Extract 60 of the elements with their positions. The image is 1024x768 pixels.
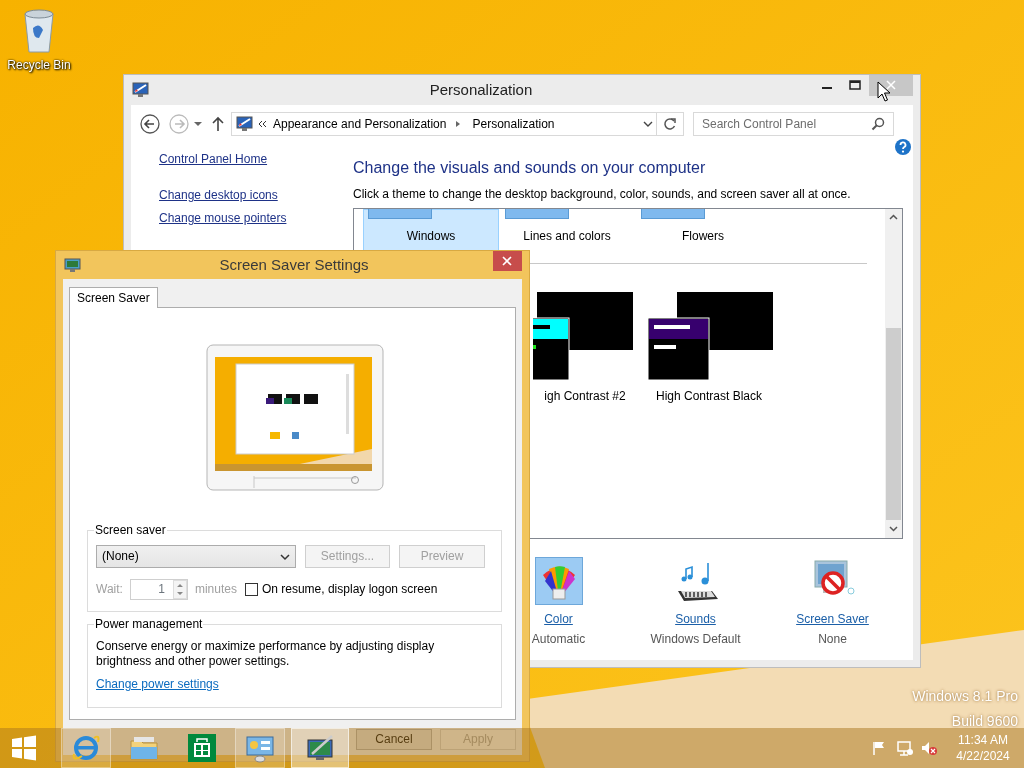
double-chevron-icon[interactable] (257, 118, 267, 130)
sidebar-link[interactable]: Change desktop icons (159, 188, 353, 203)
setting-link[interactable]: Sounds (675, 612, 716, 627)
up-arrow-icon[interactable] (211, 114, 225, 134)
edition-text: Windows 8.1 Pro (912, 687, 1018, 706)
address-bar[interactable]: Appearance and Personalization Personalization (231, 112, 684, 136)
breadcrumb[interactable]: Appearance and Personalization (273, 116, 447, 132)
theme-thumbnail[interactable] (645, 292, 773, 381)
mouse-pointer-icon (877, 81, 891, 102)
sidebar-link[interactable]: Control Panel Home (159, 152, 353, 167)
breadcrumb[interactable]: Personalization (472, 116, 555, 132)
help-icon[interactable] (895, 139, 911, 155)
wait-label: Wait: (96, 582, 123, 597)
theme-thumbnail (505, 209, 569, 219)
chevron-down-icon (280, 552, 290, 561)
setting-value: Automatic (531, 632, 586, 647)
search-field[interactable]: Search Control Panel (693, 112, 894, 136)
edition-text: Build 9600 (950, 712, 1018, 731)
theme-tile[interactable]: High Contrast Black (641, 291, 777, 404)
checkbox-label: On resume, display logon screen (261, 582, 438, 597)
theme-tile[interactable]: Windows (363, 209, 499, 253)
spin-arrows-icon[interactable] (172, 580, 187, 599)
dialog-title: Screen Saver Settings (218, 255, 370, 275)
back-icon[interactable] (140, 114, 160, 134)
taskbar-button[interactable] (235, 728, 285, 768)
setting-tile[interactable] (534, 557, 583, 605)
theme-thumbnail (641, 209, 705, 219)
monitor-icon (236, 116, 253, 132)
close-icon[interactable] (493, 251, 522, 271)
setting-value: Windows Default (650, 632, 741, 647)
forward-icon (169, 114, 189, 134)
group-label: Power management (94, 617, 204, 632)
minutes-label: minutes (194, 582, 237, 597)
screen-saver-dropdown[interactable]: (None) (96, 545, 296, 568)
page-heading: Change the visuals and sounds on your computer (353, 158, 707, 178)
theme-thumbnail (368, 209, 432, 219)
dialog-button[interactable]: Cancel (356, 729, 432, 750)
sidebar-link[interactable]: Change mouse pointers (159, 211, 353, 226)
theme-tile[interactable]: Flowers (635, 209, 771, 253)
setting-value: None (818, 632, 847, 647)
theme-tile[interactable]: Lines and colors (499, 209, 635, 253)
wait-spinner[interactable]: 1 (129, 579, 188, 600)
icon-label: Recycle Bin (7, 58, 71, 73)
muted-speaker-icon[interactable] (920, 740, 938, 756)
setting-link[interactable]: Color (544, 612, 573, 627)
recycle-bin-icon[interactable] (21, 6, 57, 54)
scrollbar-thumb[interactable] (886, 328, 901, 520)
taskbar-button[interactable] (291, 728, 349, 768)
window-title: Personalization (428, 80, 534, 100)
monitor-icon (64, 257, 81, 273)
monitor-icon (132, 82, 149, 98)
intro-text: Click a theme to change the desktop background, color, sounds, and screen saver all at once. (353, 187, 852, 202)
shopping-bag-icon (186, 732, 218, 764)
setting-link[interactable]: Screen Saver (796, 612, 869, 627)
power-settings-link[interactable]: Change power settings (96, 677, 219, 692)
start-icon[interactable] (10, 734, 38, 762)
checkbox[interactable] (244, 583, 258, 596)
tab[interactable]: Screen Saver (69, 287, 158, 308)
search-icon[interactable] (871, 117, 885, 131)
power-description: Conserve energy or maximize performance by adjusting display brightness and other power settings. (96, 639, 436, 669)
